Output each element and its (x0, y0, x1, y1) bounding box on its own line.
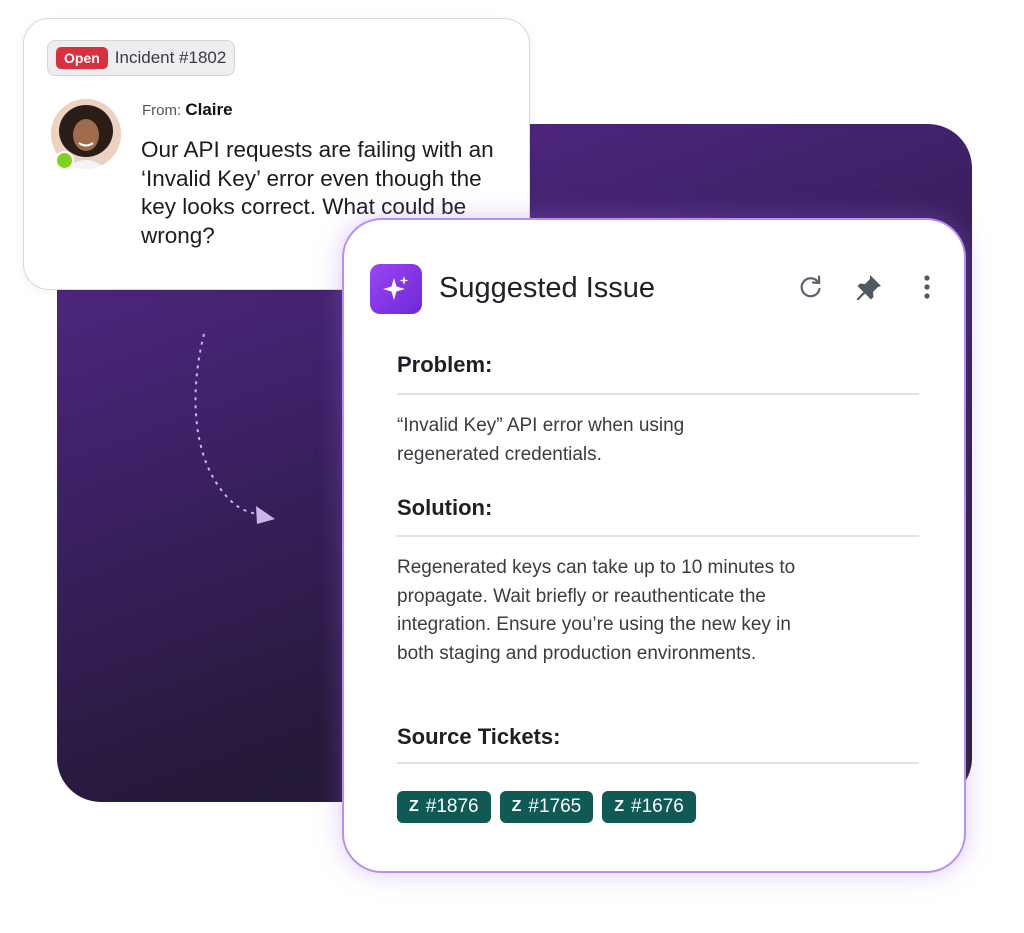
incident-tag: Open Incident #1802 (47, 40, 236, 76)
flow-arrow-icon (194, 333, 275, 524)
solution-heading: Solution: (397, 495, 493, 520)
zendesk-logo-icon: Z (409, 798, 419, 815)
ticket-number: #1676 (631, 796, 684, 817)
sparkle-icon (370, 264, 422, 314)
problem-heading: Problem: (397, 352, 493, 377)
incident-number: Incident #1802 (114, 48, 227, 67)
header-actions (794, 270, 944, 304)
more-vertical-icon[interactable] (910, 270, 944, 304)
card-title: Suggested Issue (439, 272, 656, 304)
pin-icon[interactable] (852, 270, 886, 304)
sources-divider (397, 762, 919, 764)
source-tickets: Z #1876 Z #1765 Z #1676 (397, 791, 696, 823)
ticket-chip[interactable]: Z #1676 (602, 791, 696, 823)
solution-divider (397, 535, 919, 537)
from-label: From: (142, 102, 182, 119)
ticket-chip[interactable]: Z #1765 (499, 791, 594, 823)
suggested-issue-card: Suggested Issue Problem: “Invalid Key” A… (342, 218, 966, 873)
problem-text: “Invalid Key” API error when using regen… (397, 415, 685, 465)
problem-divider (397, 393, 919, 395)
status-badge: Open (56, 47, 108, 69)
solution-text: Regenerated keys can take up to 10 minut… (397, 557, 796, 664)
ticket-chip[interactable]: Z #1876 (397, 791, 491, 823)
refresh-icon[interactable] (794, 270, 828, 304)
from-line: From: Claire (142, 100, 233, 120)
card-header: Suggested Issue (370, 264, 944, 316)
zendesk-logo-icon: Z (614, 798, 624, 815)
zendesk-logo-icon: Z (511, 798, 522, 815)
ticket-number: #1765 (528, 796, 582, 817)
from-name: Claire (185, 100, 233, 119)
ticket-number: #1876 (425, 796, 479, 817)
source-tickets-heading: Source Tickets: (397, 724, 561, 749)
online-status-dot (55, 151, 74, 170)
